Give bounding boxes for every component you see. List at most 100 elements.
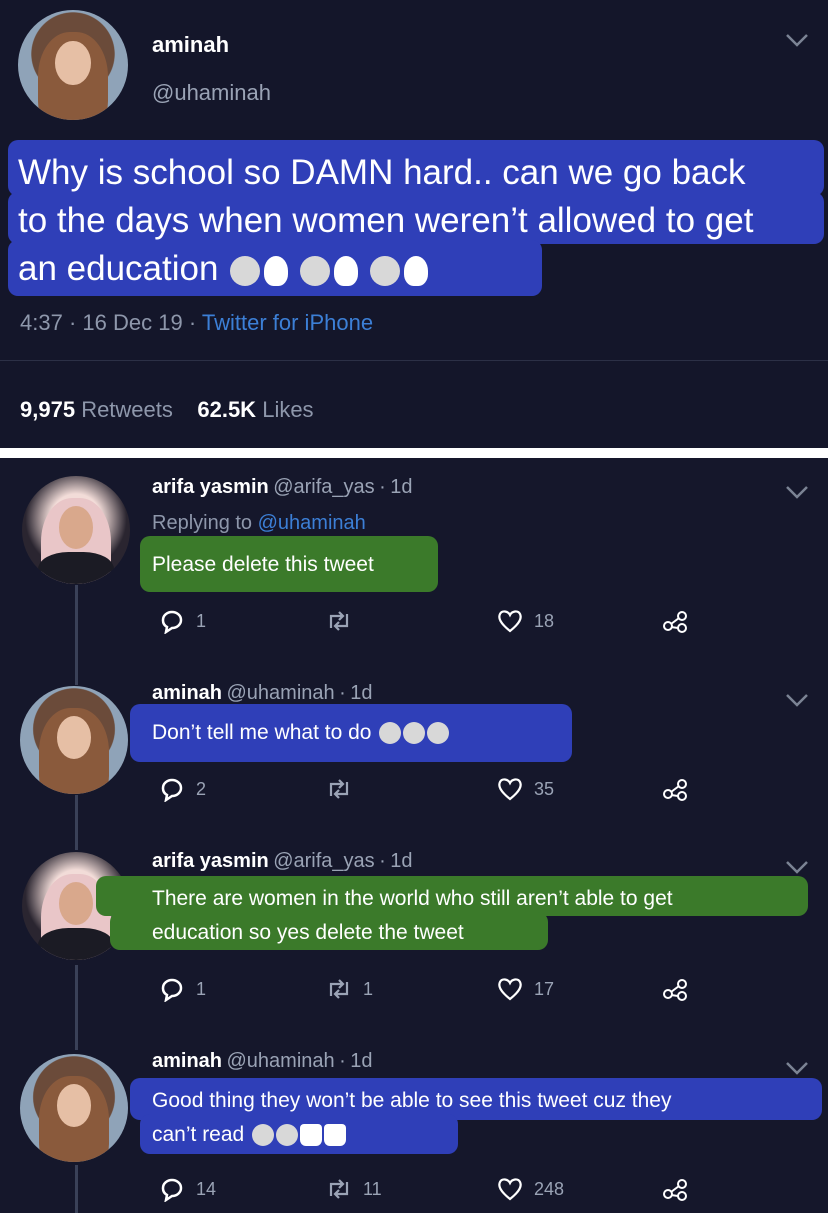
share-icon	[663, 979, 687, 1001]
heart-icon	[498, 1178, 522, 1201]
reply-icon	[161, 1178, 183, 1202]
reply-author-handle[interactable]: @uhaminah	[226, 1050, 334, 1072]
thread-line	[75, 1165, 78, 1213]
reply-age: 1d	[390, 476, 413, 498]
reply-author-name[interactable]: aminah	[152, 682, 222, 704]
reply-icon	[161, 978, 183, 1002]
avatar[interactable]	[20, 1054, 128, 1162]
like-count: 248	[534, 1178, 565, 1199]
reply-text-line-2: education so yes delete the tweet	[152, 921, 464, 944]
tweet-text-line-1: Why is school so DAMN hard.. can we go b…	[18, 153, 746, 192]
retweet-button[interactable]	[325, 608, 363, 634]
tweet-date[interactable]: 16 Dec 19	[82, 310, 182, 335]
reply-age: 1d	[350, 1050, 373, 1072]
chevron-down-icon[interactable]	[784, 688, 810, 716]
separator-dot: ·	[339, 1050, 346, 1072]
reply-author-handle[interactable]: @arifa_yas	[273, 476, 374, 498]
reply-text-line-2-text: can’t read	[152, 1123, 245, 1146]
reply-text-line-2: can’t read	[152, 1118, 347, 1151]
reply-icon	[161, 610, 183, 634]
grinning-sweat-emoji-icon	[403, 722, 426, 745]
separator-dot: ·	[68, 310, 77, 335]
reply-button[interactable]: 1	[158, 976, 206, 1002]
reply-header: aminah @uhaminah · 1d	[152, 1050, 372, 1073]
reply-count: 1	[196, 978, 207, 999]
thread-line	[75, 795, 78, 850]
reply-text-line-1: There are women in the world who still a…	[152, 887, 673, 910]
ok-hand-emoji-icon	[264, 255, 289, 286]
reply-count: 14	[196, 1178, 217, 1199]
like-button[interactable]: 248	[496, 1176, 564, 1202]
tweet-source[interactable]: Twitter for iPhone	[202, 310, 373, 335]
ok-hand-emoji-icon	[333, 255, 358, 286]
avatar[interactable]	[18, 10, 128, 120]
grinning-sweat-emoji-icon	[276, 1124, 299, 1147]
retweet-count: 11	[363, 1178, 382, 1199]
tweet-text-line-3: an education	[18, 246, 428, 292]
likes-label[interactable]: Likes	[262, 397, 313, 422]
chevron-down-icon[interactable]	[784, 28, 810, 56]
retweet-button[interactable]: 1	[325, 976, 373, 1002]
share-button[interactable]	[662, 608, 690, 634]
reply-age: 1d	[390, 850, 413, 872]
retweet-icon	[329, 611, 349, 631]
ok-hand-emoji-icon	[403, 255, 428, 286]
like-button[interactable]: 18	[496, 608, 554, 634]
share-button[interactable]	[662, 1176, 690, 1202]
retweets-count[interactable]: 9,975	[20, 397, 75, 422]
reply-header: arifa yasmin @arifa_yas · 1d	[152, 850, 412, 873]
share-button[interactable]	[662, 776, 690, 802]
share-button[interactable]	[662, 976, 690, 1002]
tweet-text-line-3-text: an education	[18, 249, 219, 288]
avatar[interactable]	[22, 476, 130, 584]
screenshot-separator	[0, 448, 828, 458]
weary-face-emoji-icon	[299, 255, 330, 286]
tweet-text-line-2: to the days when women weren’t allowed t…	[18, 201, 754, 240]
reply-text: Don’t tell me what to do	[152, 716, 450, 749]
reply-author-name[interactable]: arifa yasmin	[152, 476, 269, 498]
reply-text-line-1: Good thing they won’t be able to see thi…	[152, 1089, 672, 1112]
chevron-down-icon[interactable]	[784, 480, 810, 508]
thumbs-up-emoji-icon	[324, 1124, 347, 1147]
reply-author-name[interactable]: arifa yasmin	[152, 850, 269, 872]
reply-author-handle[interactable]: @uhaminah	[226, 682, 334, 704]
retweet-icon	[329, 779, 349, 799]
grinning-sweat-emoji-icon	[379, 722, 402, 745]
reply-text-content: Don’t tell me what to do	[152, 721, 372, 744]
replying-to-label: Replying to	[152, 512, 253, 534]
heart-icon	[498, 778, 522, 801]
like-count: 35	[534, 778, 555, 799]
reply-author-handle[interactable]: @arifa_yas	[273, 850, 374, 872]
retweet-icon	[329, 1179, 349, 1199]
heart-icon	[498, 978, 522, 1001]
share-icon	[663, 611, 687, 633]
likes-count[interactable]: 62.5K	[197, 397, 256, 422]
thumbs-up-emoji-icon	[300, 1124, 323, 1147]
reply-button[interactable]: 2	[158, 776, 206, 802]
like-count: 17	[534, 978, 555, 999]
retweet-button[interactable]	[325, 776, 363, 802]
like-button[interactable]: 35	[496, 776, 554, 802]
like-button[interactable]: 17	[496, 976, 554, 1002]
grinning-sweat-emoji-icon	[252, 1124, 275, 1147]
reply-header: aminah @uhaminah · 1d	[152, 682, 372, 705]
share-icon	[663, 779, 687, 801]
separator-dot: ·	[379, 850, 386, 872]
reply-count: 2	[196, 778, 207, 799]
tweet-time: 4:37	[20, 310, 63, 335]
heart-icon	[498, 610, 522, 633]
retweet-button[interactable]: 11	[325, 1176, 382, 1202]
reply-author-name[interactable]: aminah	[152, 1050, 222, 1072]
author-handle[interactable]: @uhaminah	[152, 80, 271, 106]
separator-dot: ·	[188, 310, 197, 335]
reply-button[interactable]: 14	[158, 1176, 216, 1202]
avatar[interactable]	[20, 686, 128, 794]
reply-icon	[161, 778, 183, 802]
grinning-sweat-emoji-icon	[427, 722, 450, 745]
retweets-label[interactable]: Retweets	[81, 397, 173, 422]
reply-header: arifa yasmin @arifa_yas · 1d	[152, 476, 412, 499]
weary-face-emoji-icon	[230, 255, 261, 286]
reply-button[interactable]: 1	[158, 608, 206, 634]
replying-to-handle[interactable]: @uhaminah	[258, 512, 366, 534]
author-name[interactable]: aminah	[152, 32, 229, 58]
